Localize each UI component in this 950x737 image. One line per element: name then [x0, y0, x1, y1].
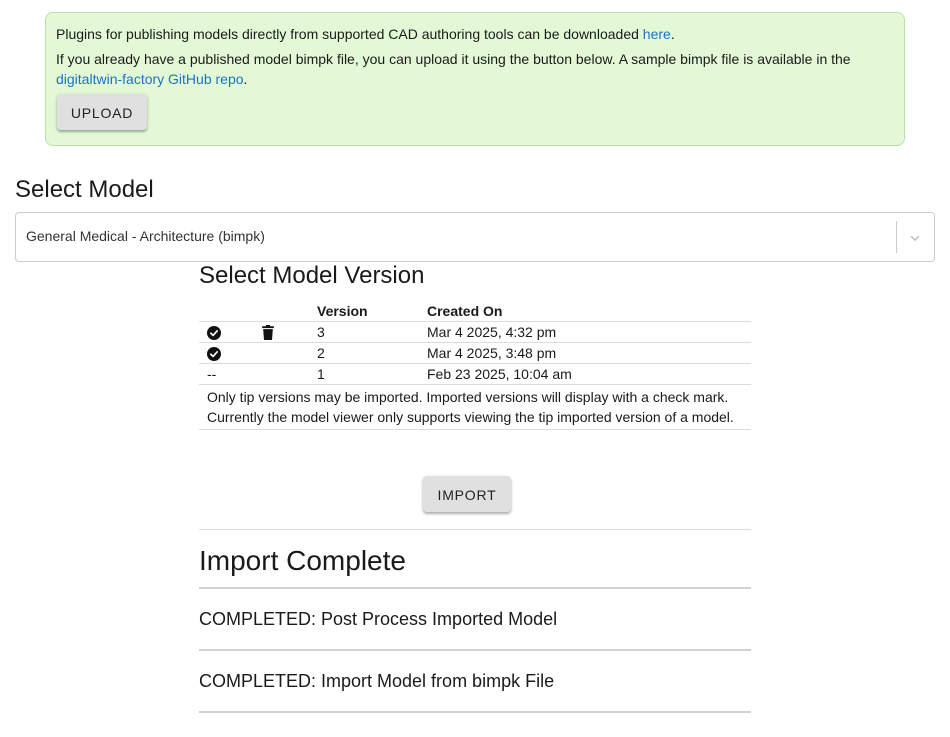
version-cell: 3 — [309, 321, 419, 343]
actions-cell — [254, 363, 309, 385]
upload-info-suffix: . — [243, 71, 248, 87]
created-cell: Mar 4 2025, 4:32 pm — [419, 321, 751, 343]
versions-table: Version Created On 3 Mar 4 2025, 4:32 pm — [199, 301, 751, 430]
plugin-info-prefix: Plugins for publishing models directly f… — [56, 26, 643, 42]
chevron-down-icon[interactable] — [908, 231, 922, 245]
col-version-header: Version — [309, 301, 419, 322]
upload-info-prefix: If you already have a published model bi… — [56, 51, 851, 67]
check-circle-icon — [207, 325, 221, 340]
model-select-value: General Medical - Architecture (bimpk) — [26, 228, 265, 244]
select-version-heading: Select Model Version — [199, 262, 425, 289]
status-divider — [199, 711, 751, 713]
section-divider — [199, 529, 751, 530]
actions-cell — [254, 342, 309, 364]
plugin-info-suffix: . — [670, 26, 675, 42]
note-row: Only tip versions may be imported. Impor… — [199, 384, 751, 430]
col-actions-header — [254, 301, 309, 322]
import-complete-heading: Import Complete — [199, 545, 406, 576]
table-row[interactable]: 2 Mar 4 2025, 3:48 pm — [199, 342, 751, 364]
select-model-heading: Select Model — [15, 176, 154, 203]
upload-button[interactable]: UPLOAD — [57, 94, 147, 130]
status-item: COMPLETED: Import Model from bimpk File — [199, 671, 555, 691]
actions-cell — [254, 321, 309, 343]
status-divider — [199, 587, 751, 589]
imported-cell — [199, 342, 254, 364]
plugins-download-link[interactable]: here — [643, 26, 671, 42]
check-circle-icon — [207, 346, 221, 361]
imported-cell: -- — [199, 363, 254, 385]
model-select[interactable]: General Medical - Architecture (bimpk) — [15, 212, 935, 262]
status-divider — [199, 649, 751, 651]
table-row[interactable]: -- 1 Feb 23 2025, 10:04 am — [199, 363, 751, 385]
version-cell: 2 — [309, 342, 419, 364]
plugin-info-text: Plugins for publishing models directly f… — [56, 24, 894, 44]
col-created-header: Created On — [419, 301, 751, 322]
created-cell: Feb 23 2025, 10:04 am — [419, 363, 751, 385]
info-banner: Plugins for publishing models directly f… — [45, 12, 905, 146]
version-cell: 1 — [309, 363, 419, 385]
status-item: COMPLETED: Post Process Imported Model — [199, 609, 558, 629]
upload-info-text: If you already have a published model bi… — [56, 49, 894, 89]
trash-icon[interactable] — [262, 324, 274, 340]
select-separator — [896, 221, 897, 253]
table-header-row: Version Created On — [199, 301, 751, 322]
import-button[interactable]: IMPORT — [423, 476, 511, 512]
col-imported-header — [199, 301, 254, 322]
imported-cell — [199, 321, 254, 343]
github-repo-link[interactable]: digitaltwin-factory GitHub repo — [56, 71, 244, 87]
import-note: Only tip versions may be imported. Impor… — [199, 384, 751, 430]
table-row[interactable]: 3 Mar 4 2025, 4:32 pm — [199, 321, 751, 343]
created-cell: Mar 4 2025, 3:48 pm — [419, 342, 751, 364]
